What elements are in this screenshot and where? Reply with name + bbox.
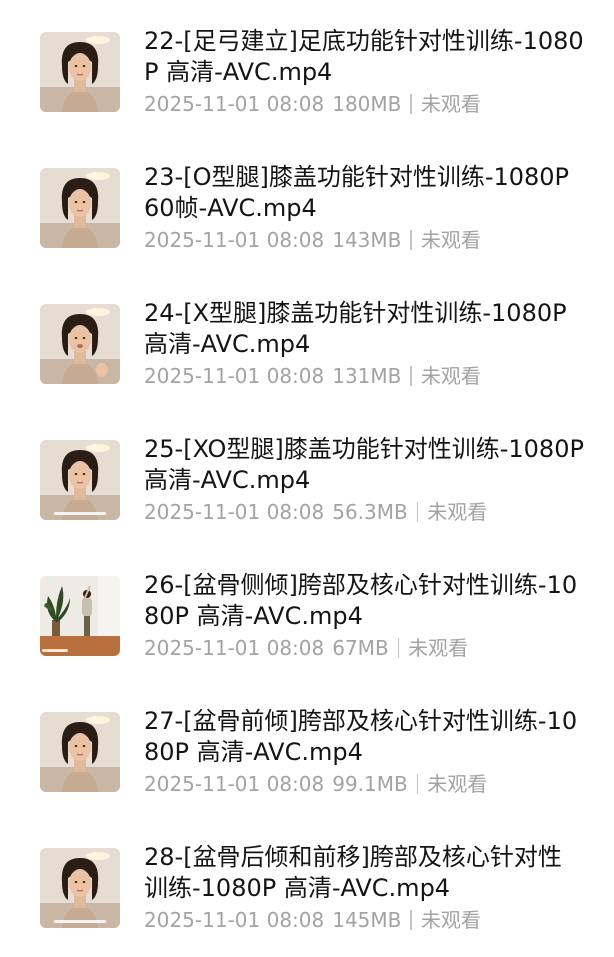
video-thumbnail (40, 576, 120, 656)
person-portrait-icon (40, 168, 120, 248)
file-list-item[interactable]: 27-[盆骨前倾]胯部及核心针对性训练-1080P 高清-AVC.mp4 202… (0, 680, 614, 816)
file-name: 25-[XO型腿]膝盖功能针对性训练-1080P 高清-AVC.mp4 (144, 435, 584, 494)
file-list-item[interactable]: 22-[足弓建立]足底功能针对性训练-1080P 高清-AVC.mp4 2025… (0, 0, 614, 136)
watch-status: 未观看 (420, 908, 481, 932)
person-portrait-icon (40, 848, 120, 928)
watch-status: 未观看 (427, 500, 488, 524)
file-date: 2025-11-01 08:08 (144, 364, 325, 388)
file-list-item[interactable]: 24-[X型腿]膝盖功能针对性训练-1080P 高清-AVC.mp4 2025-… (0, 272, 614, 408)
meta-divider (416, 774, 419, 794)
video-thumbnail (40, 712, 120, 792)
file-list-item[interactable]: 23-[O型腿]膝盖功能针对性训练-1080P 60帧-AVC.mp4 2025… (0, 136, 614, 272)
video-thumbnail (40, 440, 120, 520)
file-size: 145MB (332, 908, 402, 932)
person-portrait-icon (40, 304, 120, 384)
file-name: 24-[X型腿]膝盖功能针对性训练-1080P 高清-AVC.mp4 (144, 299, 567, 358)
watch-status: 未观看 (420, 364, 481, 388)
video-thumbnail (40, 32, 120, 112)
meta-divider (397, 638, 400, 658)
file-date: 2025-11-01 08:08 (144, 228, 325, 252)
file-size: 131MB (332, 364, 402, 388)
file-meta: 2025-11-01 08:08 180MB 未观看 (144, 90, 481, 118)
watch-status: 未观看 (420, 228, 481, 252)
video-file-list: 22-[足弓建立]足底功能针对性训练-1080P 高清-AVC.mp4 2025… (0, 0, 614, 957)
file-size: 143MB (332, 228, 402, 252)
file-meta: 2025-11-01 08:08 143MB 未观看 (144, 226, 481, 254)
file-date: 2025-11-01 08:08 (144, 636, 325, 660)
video-thumbnail (40, 168, 120, 248)
file-name: 26-[盆骨侧倾]胯部及核心针对性训练-1080P 高清-AVC.mp4 (144, 571, 578, 630)
file-list-item[interactable]: 26-[盆骨侧倾]胯部及核心针对性训练-1080P 高清-AVC.mp4 202… (0, 544, 614, 680)
room-with-plant-icon (40, 576, 120, 656)
file-name: 23-[O型腿]膝盖功能针对性训练-1080P 60帧-AVC.mp4 (144, 163, 570, 222)
file-size: 67MB (332, 636, 389, 660)
file-date: 2025-11-01 08:08 (144, 772, 325, 796)
meta-divider (410, 94, 412, 114)
file-meta: 2025-11-01 08:08 145MB 未观看 (144, 906, 481, 934)
file-meta: 2025-11-01 08:08 56.3MB 未观看 (144, 498, 487, 526)
watch-status: 未观看 (420, 92, 481, 116)
meta-divider (416, 502, 419, 522)
file-meta: 2025-11-01 08:08 67MB 未观看 (144, 634, 468, 662)
video-thumbnail (40, 848, 120, 928)
meta-divider (410, 366, 412, 386)
file-meta: 2025-11-01 08:08 99.1MB 未观看 (144, 770, 487, 798)
video-thumbnail (40, 304, 120, 384)
watch-status: 未观看 (408, 636, 469, 660)
file-size: 99.1MB (332, 772, 408, 796)
file-date: 2025-11-01 08:08 (144, 500, 325, 524)
person-portrait-icon (40, 712, 120, 792)
person-portrait-icon (40, 440, 120, 520)
file-name: 22-[足弓建立]足底功能针对性训练-1080P 高清-AVC.mp4 (144, 27, 584, 86)
file-list-item[interactable]: 28-[盆骨后倾和前移]胯部及核心针对性训练-1080P 高清-AVC.mp4 … (0, 816, 614, 952)
file-size: 56.3MB (332, 500, 408, 524)
file-meta: 2025-11-01 08:08 131MB 未观看 (144, 362, 481, 390)
file-list-item[interactable]: 25-[XO型腿]膝盖功能针对性训练-1080P 高清-AVC.mp4 2025… (0, 408, 614, 544)
file-date: 2025-11-01 08:08 (144, 908, 325, 932)
file-date: 2025-11-01 08:08 (144, 92, 325, 116)
meta-divider (410, 230, 412, 250)
watch-status: 未观看 (427, 772, 488, 796)
file-size: 180MB (332, 92, 402, 116)
person-portrait-icon (40, 32, 120, 112)
file-name: 27-[盆骨前倾]胯部及核心针对性训练-1080P 高清-AVC.mp4 (144, 707, 578, 766)
file-name: 28-[盆骨后倾和前移]胯部及核心针对性训练-1080P 高清-AVC.mp4 (144, 843, 562, 902)
meta-divider (410, 910, 412, 930)
